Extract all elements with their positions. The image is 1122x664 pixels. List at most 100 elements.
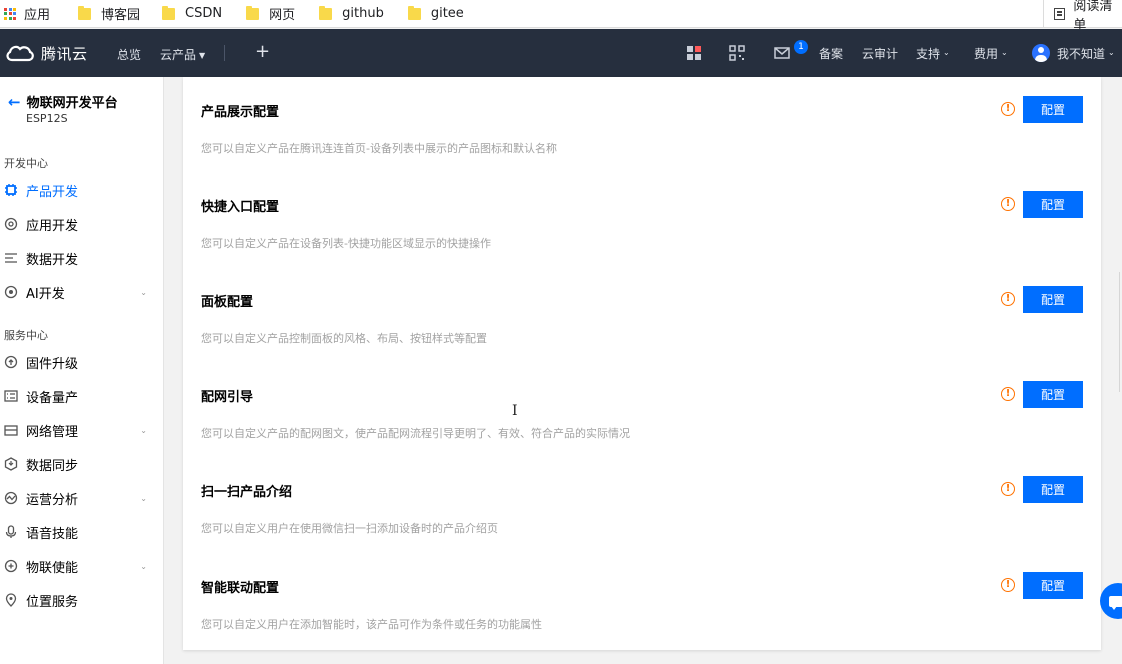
sidebar-item-firmware[interactable]: 固件升级 [0, 349, 163, 375]
config-row-panel: 面板配置 您可以自定义产品控制面板的风格、布局、按钮样式等配置 ! 配置 [183, 275, 1101, 370]
back-to-platform[interactable]: ← 物联网开发平台 [8, 92, 118, 112]
sidebar-item-ai-dev[interactable]: AI开发 ⌄ [0, 279, 163, 305]
config-row-title: 产品展示配置 [201, 105, 280, 120]
config-row-title: 扫一扫产品介绍 [201, 485, 293, 500]
nav-filing-link[interactable]: 备案 [819, 29, 843, 77]
configure-button[interactable]: 配置 [1023, 191, 1083, 218]
reading-list-icon [1054, 8, 1066, 20]
qr-code-icon [729, 45, 745, 61]
chevron-down-icon: ⌄ [943, 47, 950, 57]
warning-icon: ! [1001, 197, 1015, 211]
sidebar-item-iot-enable[interactable]: 物联使能 ⌄ [0, 553, 163, 579]
bookmark-folder-web[interactable]: 网页 [240, 0, 303, 28]
sidebar-item-analytics[interactable]: 运营分析 ⌄ [0, 485, 163, 511]
warning-icon: ! [1001, 387, 1015, 401]
bookmarks-bar: 应用 博客园 CSDN 网页 github gitee 阅读清单 [0, 0, 1122, 33]
panel-config-card: 产品展示配置 您可以自定义产品在腾讯连连首页-设备列表中展示的产品图标和默认名称… [183, 77, 1101, 650]
nav-divider [224, 45, 225, 61]
config-row-shortcut: 快捷入口配置 您可以自定义产品在设备列表-快捷功能区域显示的快捷操作 ! 配置 [183, 180, 1101, 275]
messages-button[interactable] [774, 29, 790, 77]
nav-cloud-audit-label: 云审计 [862, 46, 899, 61]
chevron-down-icon: ⌄ [1108, 47, 1115, 57]
sidebar: ← 物联网开发平台 ESP12S 开发中心 产品开发 应用开发 数据开发 AI开… [0, 77, 164, 664]
sidebar-item-label: 位置服务 [26, 594, 79, 610]
sidebar-item-data-dev[interactable]: 数据开发 [0, 245, 163, 271]
nav-support-menu[interactable]: 支持 ⌄ [916, 29, 950, 77]
config-row-description: 您可以自定义用户在添加智能时，该产品可作为条件或任务的功能属性 [201, 618, 542, 631]
bookmark-apps-label: 应用 [24, 8, 51, 23]
firmware-icon [4, 355, 18, 369]
analytics-icon [4, 491, 18, 505]
warning-icon: ! [1001, 102, 1015, 116]
chevron-down-icon: ⌄ [140, 425, 147, 435]
bookmark-folder-label: CSDN [185, 6, 223, 21]
chevron-down-icon: ⌄ [140, 561, 147, 571]
nav-billing-label: 费用 [974, 46, 999, 61]
user-account-menu[interactable]: 我不知道 ⌄ [1032, 29, 1115, 77]
configure-button[interactable]: 配置 [1023, 96, 1083, 123]
sidebar-item-label: 数据开发 [26, 252, 79, 268]
config-row-product-display: 产品展示配置 您可以自定义产品在腾讯连连首页-设备列表中展示的产品图标和默认名称… [183, 85, 1101, 180]
sidebar-item-label: 应用开发 [26, 218, 79, 234]
config-row-title: 快捷入口配置 [201, 200, 280, 215]
cloud-logo-icon [6, 45, 34, 62]
sidebar-item-voice-skill[interactable]: 语音技能 [0, 519, 163, 545]
notification-badge: 1 [794, 40, 808, 54]
nav-overview-link[interactable]: 总览 [117, 46, 141, 63]
config-row-title: 配网引导 [201, 390, 254, 405]
chat-bubble-icon [1109, 595, 1122, 610]
bookmark-folder-cnblogs[interactable]: 博客园 [72, 0, 148, 28]
chevron-down-icon: ⌄ [140, 287, 147, 297]
sidebar-item-data-sync[interactable]: 数据同步 [0, 451, 163, 477]
sidebar-item-label: 数据同步 [26, 458, 79, 474]
sidebar-item-label: 产品开发 [26, 184, 79, 200]
configure-button[interactable]: 配置 [1023, 572, 1083, 599]
apps-grid-button[interactable] [686, 29, 702, 77]
sidebar-item-label: 设备量产 [26, 390, 79, 406]
online-chat-button[interactable] [1100, 583, 1122, 619]
configure-button[interactable]: 配置 [1023, 381, 1083, 408]
config-row-description: 您可以自定义产品控制面板的风格、布局、按钮样式等配置 [201, 332, 487, 345]
top-navigation: 腾讯云 总览 云产品 ▼ + 1 备案 云审计 支持 ⌄ 费用 ⌄ 我不知道 ⌄ [0, 29, 1122, 77]
reading-list-button[interactable]: 阅读清单 [1043, 0, 1122, 33]
add-shortcut-button[interactable]: + [255, 41, 270, 62]
sidebar-item-product-dev[interactable]: 产品开发 [0, 177, 163, 203]
sidebar-item-location[interactable]: 位置服务 [0, 587, 163, 613]
sidebar-item-label: AI开发 [26, 286, 65, 302]
config-row-description: 您可以自定义产品在设备列表-快捷功能区域显示的快捷操作 [201, 237, 491, 250]
qr-code-button[interactable] [729, 29, 745, 77]
nav-billing-menu[interactable]: 费用 ⌄ [974, 29, 1008, 77]
bookmark-folder-github[interactable]: github [313, 0, 392, 28]
sidebar-item-label: 语音技能 [26, 526, 79, 542]
config-row-network-guide: 配网引导 您可以自定义产品的配网图文，使产品配网流程引导更明了、有效、符合产品的… [183, 370, 1101, 465]
chip-icon [4, 183, 18, 197]
sidebar-item-app-dev[interactable]: 应用开发 [0, 211, 163, 237]
config-row-description: 您可以自定义产品在腾讯连连首页-设备列表中展示的产品图标和默认名称 [201, 142, 557, 155]
grid-icon [687, 46, 701, 60]
enable-icon [4, 559, 18, 573]
sidebar-item-network[interactable]: 网络管理 ⌄ [0, 417, 163, 443]
sidebar-item-label: 网络管理 [26, 424, 79, 440]
location-pin-icon [4, 593, 18, 607]
device-name: ESP12S [26, 112, 68, 125]
mail-icon [774, 47, 790, 59]
page-scrollbar-thumb[interactable] [1119, 272, 1120, 392]
bookmark-apps[interactable]: 应用 [0, 0, 58, 28]
nav-products-menu[interactable]: 云产品 ▼ [160, 46, 205, 63]
configure-button[interactable]: 配置 [1023, 476, 1083, 503]
bookmark-folder-csdn[interactable]: CSDN [156, 0, 230, 28]
configure-button[interactable]: 配置 [1023, 286, 1083, 313]
nav-cloud-audit-link[interactable]: 云审计 [862, 29, 898, 77]
brand-name: 腾讯云 [41, 44, 88, 63]
tencent-cloud-logo[interactable]: 腾讯云 [5, 43, 113, 64]
sidebar-item-label: 运营分析 [26, 492, 79, 508]
sync-icon [4, 457, 18, 471]
sidebar-item-mass-production[interactable]: 设备量产 [0, 383, 163, 409]
nav-products-label: 云产品 [160, 48, 197, 62]
config-row-description: 您可以自定义用户在使用微信扫一扫添加设备时的产品介绍页 [201, 522, 498, 535]
warning-icon: ! [1001, 482, 1015, 496]
back-arrow-icon: ← [8, 92, 21, 111]
folder-icon [319, 5, 333, 20]
username-label: 我不知道 [1057, 46, 1106, 61]
bookmark-folder-gitee[interactable]: gitee [402, 0, 472, 28]
